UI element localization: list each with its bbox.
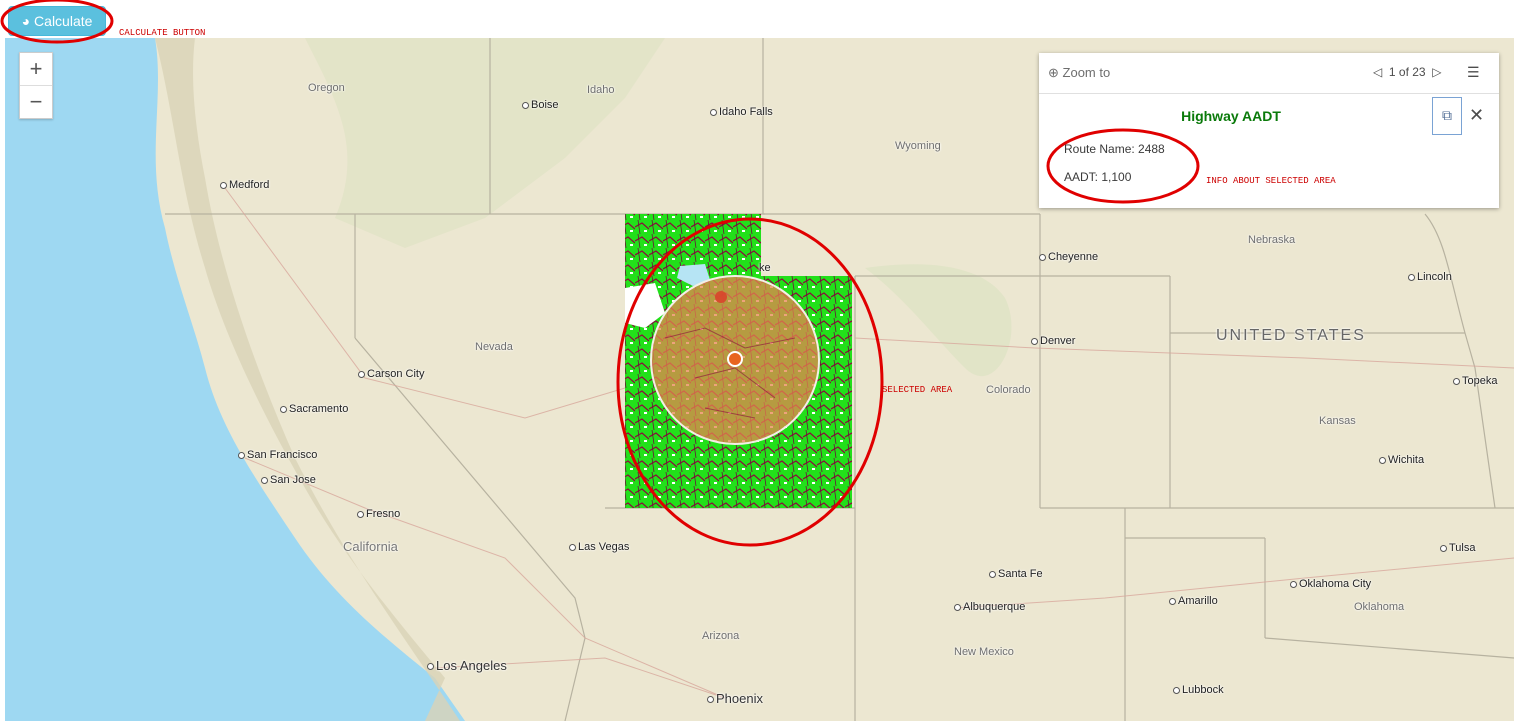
label-city-cheyenne: Cheyenne [1039, 251, 1098, 263]
label-partial-city: ke [759, 262, 771, 274]
label-state-oregon: Oregon [308, 82, 345, 94]
label-city-idaho-falls: Idaho Falls [710, 106, 773, 118]
label-state-oklahoma: Oklahoma [1354, 601, 1405, 613]
label-city-boise: Boise [522, 99, 559, 111]
label-city-oklahoma-city: Oklahoma City [1290, 578, 1371, 590]
label-city-tulsa: Tulsa [1440, 542, 1476, 554]
route-name-field: Route Name: 2488 [1064, 142, 1165, 156]
label-city-lincoln: Lincoln [1408, 271, 1452, 283]
close-icon[interactable]: ✕ [1469, 105, 1484, 126]
selected-area-annotation: SELECTED AREA [882, 385, 953, 395]
label-state-nevada: Nevada [475, 341, 513, 353]
calculate-button[interactable]: ◕ Calculate [8, 6, 106, 36]
label-city-los-angeles: Los Angeles [427, 658, 507, 673]
next-feature-icon[interactable]: ▷ [1432, 65, 1441, 79]
label-city-fresno: Fresno [357, 508, 400, 520]
label-city-lubbock: Lubbock [1173, 684, 1224, 696]
zoom-to-button[interactable]: ⊕ Zoom to [1048, 65, 1110, 81]
label-state-kansas: Kansas [1319, 415, 1356, 427]
globe-icon: ◕ [21, 13, 31, 29]
label-city-amarillo: Amarillo [1169, 595, 1218, 607]
label-state-nebraska: Nebraska [1248, 234, 1296, 246]
label-state-arizona: Arizona [702, 630, 740, 642]
dock-icon[interactable]: ⧉ [1432, 97, 1462, 135]
label-state-idaho: Idaho [587, 84, 615, 96]
popup-title: Highway AADT [1181, 108, 1281, 124]
label-city-santa-fe: Santa Fe [989, 568, 1043, 580]
pager-count: 1 of 23 [1388, 65, 1426, 79]
aadt-field: AADT: 1,100 [1064, 170, 1132, 184]
zoom-out-button[interactable]: − [20, 85, 52, 118]
zoom-in-button[interactable]: + [20, 53, 52, 85]
label-state-new-mexico: New Mexico [954, 646, 1014, 658]
calculate-button-annotation: CALCULATE BUTTON [119, 28, 206, 38]
label-city-albuquerque: Albuquerque [954, 601, 1025, 613]
info-annotation: INFO ABOUT SELECTED AREA [1206, 176, 1336, 186]
feature-list-icon[interactable]: ☰ [1467, 64, 1480, 81]
label-city-carson-city: Carson City [358, 368, 424, 380]
zoom-in-magnifier-icon: ⊕ [1048, 65, 1059, 80]
label-city-san-jose: San Jose [261, 474, 316, 486]
label-city-wichita: Wichita [1379, 454, 1424, 466]
popup-header: ⊕ Zoom to ◁ 1 of 23 ▷ ☰ [1039, 53, 1499, 94]
label-city-topeka: Topeka [1453, 375, 1497, 387]
label-state-wyoming: Wyoming [895, 140, 941, 152]
label-country: UNITED STATES [1216, 327, 1366, 344]
label-city-phoenix: Phoenix [707, 691, 763, 706]
previous-feature-icon[interactable]: ◁ [1373, 65, 1382, 79]
zoom-to-label: Zoom to [1062, 65, 1111, 80]
zoom-control: + − [19, 52, 53, 119]
label-city-denver: Denver [1031, 335, 1075, 347]
label-city-las-vegas: Las Vegas [569, 541, 629, 553]
feature-pager: ◁ 1 of 23 ▷ [1373, 65, 1442, 79]
calculate-label: Calculate [34, 13, 93, 29]
label-state-california: California [343, 539, 398, 554]
label-city-sacramento: Sacramento [280, 403, 348, 415]
label-city-san-francisco: San Francisco [238, 449, 317, 461]
label-state-colorado: Colorado [986, 384, 1031, 396]
label-city-medford: Medford [220, 179, 269, 191]
